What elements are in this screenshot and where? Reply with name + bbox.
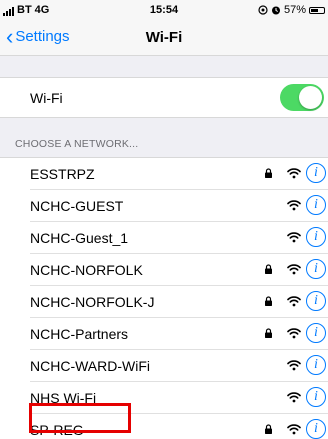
network-row[interactable]: SP-REG i (0, 414, 328, 439)
lock-icon (265, 296, 272, 306)
wifi-settings-screen: BT 4G 15:54 57% ‹ Settings Wi-Fi Wi-Fi C… (0, 0, 328, 439)
wifi-signal-icon (287, 296, 301, 307)
wifi-signal-icon (287, 360, 301, 371)
section-header: CHOOSE A NETWORK... (15, 138, 139, 150)
lock-icon (265, 328, 272, 338)
network-list: ESSTRPZ i NCHC-GUEST i NCHC-Guest_1 i NCHC-NOR… (0, 157, 328, 439)
network-name: NCHC-NORFOLK-J (30, 294, 155, 310)
network-name: NCHC-GUEST (30, 198, 124, 214)
network-row[interactable]: NCHC-NORFOLK i (0, 254, 328, 286)
network-row[interactable]: ESSTRPZ i (0, 158, 328, 190)
lock-icon (265, 264, 272, 274)
wifi-toggle-switch[interactable] (280, 84, 324, 111)
wifi-toggle-cell: Wi-Fi (0, 77, 328, 118)
wifi-signal-icon (287, 264, 301, 275)
location-icon (258, 5, 268, 15)
info-icon[interactable]: i (306, 163, 326, 183)
network-name: NCHC-NORFOLK (30, 262, 143, 278)
network-row[interactable]: NCHC-Guest_1 i (0, 222, 328, 254)
info-icon[interactable]: i (306, 291, 326, 311)
wifi-signal-icon (287, 424, 301, 435)
status-bar: BT 4G 15:54 57% (0, 0, 328, 20)
info-icon[interactable]: i (306, 419, 326, 439)
lock-icon (265, 424, 272, 434)
battery-fill (311, 8, 318, 12)
network-name: NCHC-Partners (30, 326, 129, 342)
info-icon[interactable]: i (306, 195, 326, 215)
wifi-signal-icon (287, 200, 301, 211)
wifi-signal-icon (287, 328, 301, 339)
wifi-signal-icon (287, 392, 301, 403)
info-icon[interactable]: i (306, 323, 326, 343)
info-icon[interactable]: i (306, 259, 326, 279)
network-name: NCHC-Guest_1 (30, 230, 129, 246)
wifi-signal-icon (287, 168, 301, 179)
alarm-icon (271, 6, 280, 15)
network-row[interactable]: NCHC-NORFOLK-J i (0, 286, 328, 318)
wifi-signal-icon (287, 232, 301, 243)
navigation-bar: ‹ Settings Wi-Fi (0, 20, 328, 56)
battery-percent: 57% (283, 4, 306, 16)
network-row[interactable]: NHS Wi-Fi i (0, 382, 328, 414)
lock-icon (265, 168, 272, 178)
network-row[interactable]: NCHC-Partners i (0, 318, 328, 350)
wifi-toggle-label: Wi-Fi (30, 90, 63, 106)
toggle-knob (299, 86, 322, 109)
page-title: Wi-Fi (145, 29, 183, 46)
status-right: 57% (258, 4, 325, 16)
info-icon[interactable]: i (306, 227, 326, 247)
info-icon[interactable]: i (306, 387, 326, 407)
battery-icon (309, 6, 325, 14)
network-row[interactable]: NCHC-WARD-WiFi i (0, 350, 328, 382)
info-icon[interactable]: i (306, 355, 326, 375)
network-name: NCHC-WARD-WiFi (30, 358, 151, 374)
network-name: NHS Wi-Fi (30, 390, 97, 406)
network-row[interactable]: NCHC-GUEST i (0, 190, 328, 222)
network-name: SP-REG (30, 422, 84, 438)
network-name: ESSTRPZ (30, 166, 95, 182)
